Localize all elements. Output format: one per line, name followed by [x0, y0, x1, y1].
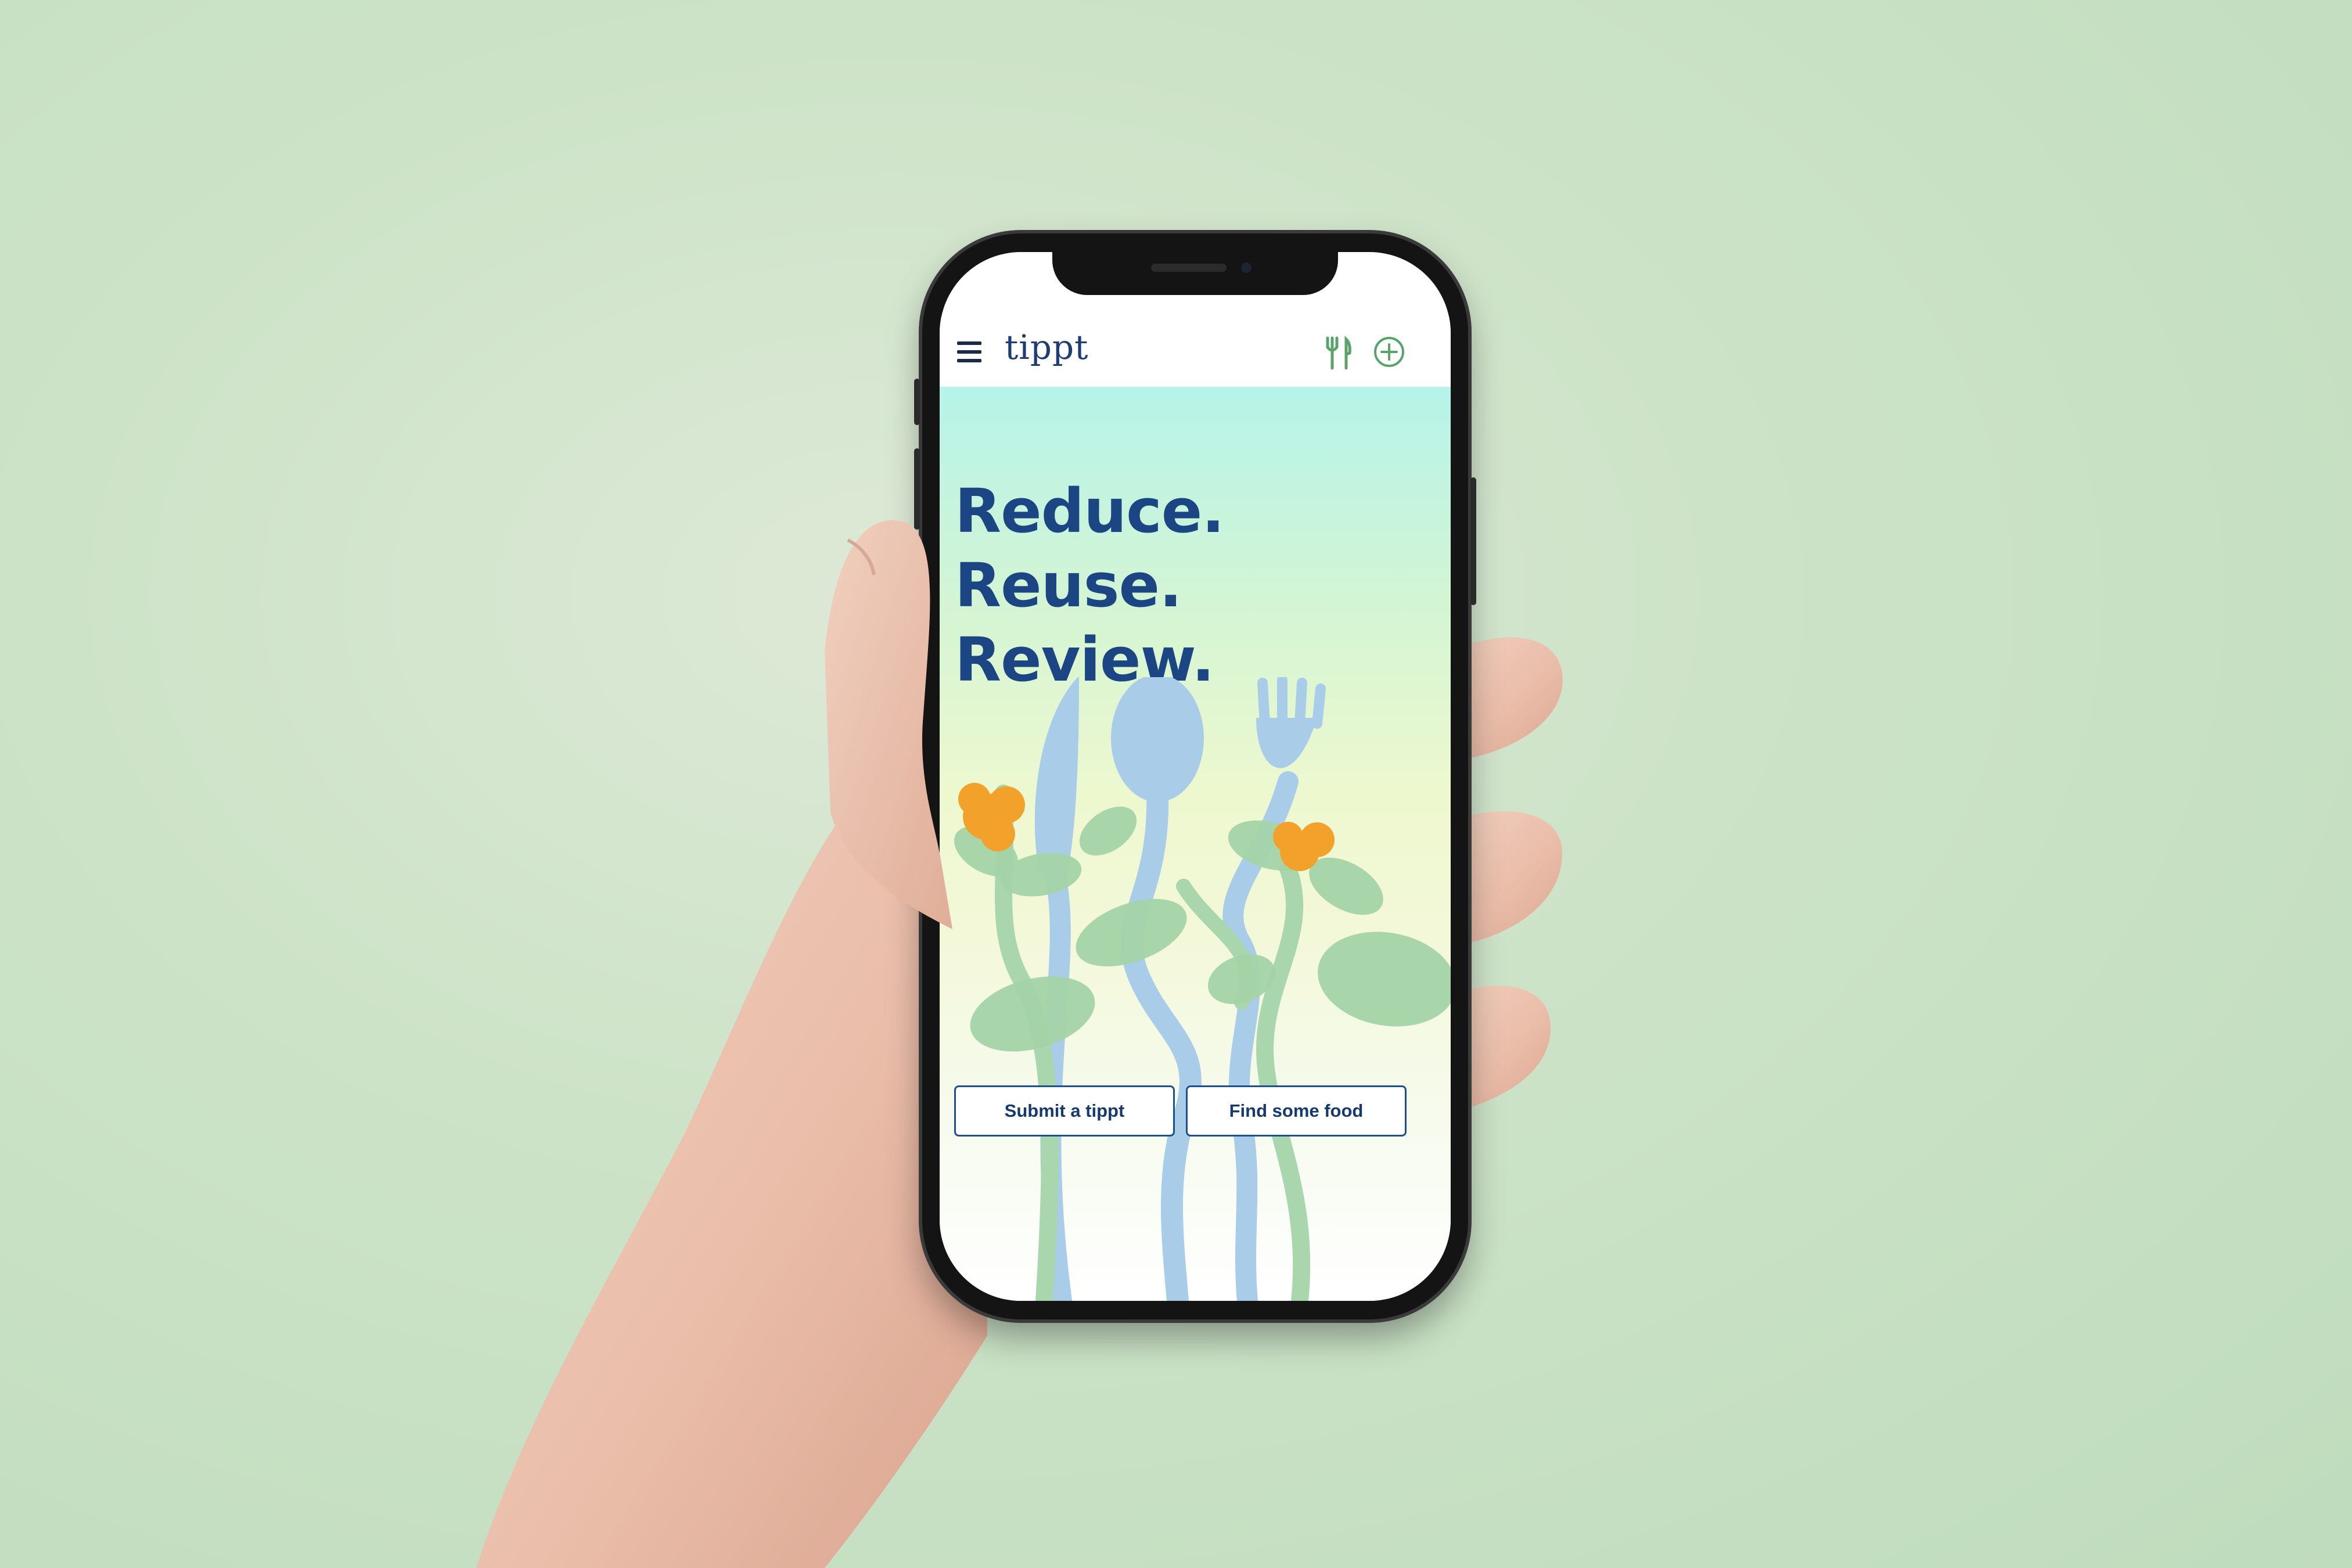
menu-icon[interactable]	[957, 341, 981, 362]
hero-headline: Reduce. Reuse. Review.	[955, 474, 1225, 697]
cutlery-plant-illustration	[954, 677, 1451, 1301]
plus-circle-icon[interactable]	[1373, 336, 1405, 368]
headline-line-reduce: Reduce.	[955, 476, 1225, 546]
notch	[1052, 252, 1338, 295]
cutlery-icon[interactable]	[1324, 336, 1353, 371]
submit-tippt-button[interactable]: Submit a tippt	[954, 1085, 1175, 1137]
hero-section: Reduce. Reuse. Review. Submit a tippt Fi…	[940, 387, 1451, 1301]
app-logo[interactable]: tippt	[1005, 328, 1088, 367]
phone-device: tippt Reduce. Reuse. Review. Submit a ti…	[914, 233, 1476, 1319]
find-food-button[interactable]: Find some food	[1186, 1085, 1407, 1137]
phone-screen: tippt Reduce. Reuse. Review. Submit a ti…	[940, 252, 1451, 1301]
headline-line-reuse: Reuse.	[955, 550, 1182, 621]
app-header: tippt	[940, 316, 1451, 387]
